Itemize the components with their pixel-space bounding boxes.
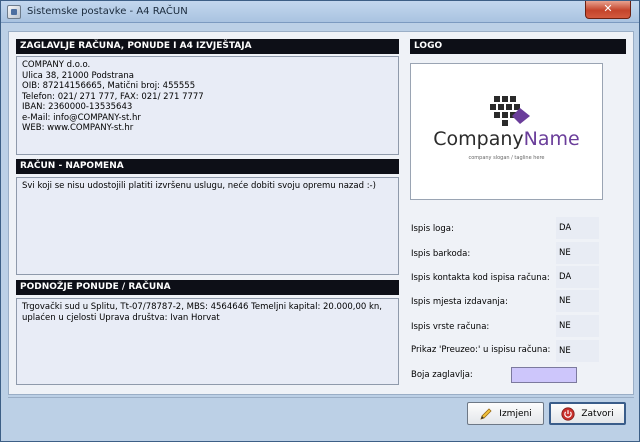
pencil-icon	[480, 407, 492, 420]
setting-value-type[interactable]: NE	[556, 315, 599, 337]
divider	[8, 397, 634, 398]
setting-value-barcode[interactable]: NE	[556, 242, 599, 264]
window-title: Sistemske postavke - A4 RAČUN	[27, 6, 188, 17]
setting-label-type: Ispis vrste računa:	[411, 322, 490, 332]
setting-label-logo: Ispis loga:	[411, 224, 454, 234]
note-text-area[interactable]: Svi koji se nisu udostojili platiti izvr…	[16, 177, 399, 275]
logo-image[interactable]: CompanyName company slogan / tagline her…	[410, 63, 603, 200]
window-close-button[interactable]: ✕	[585, 1, 631, 19]
checker-diamond-icon	[490, 96, 530, 126]
logo-name-text: Name	[523, 128, 580, 150]
close-button-label: Zatvori	[581, 408, 614, 419]
setting-label-contact: Ispis kontakta kod ispisa računa:	[411, 273, 550, 283]
setting-value-received-by[interactable]: NE	[556, 340, 599, 362]
logo-section-title: LOGO	[410, 39, 626, 54]
setting-value-contact[interactable]: DA	[556, 266, 599, 288]
setting-label-received-by: Prikaz 'Preuzeo:' u ispisu računa:	[411, 345, 551, 355]
footer-text-area[interactable]: Trgovački sud u Splitu, Tt-07/78787-2, M…	[16, 298, 399, 385]
setting-value-place[interactable]: NE	[556, 290, 599, 312]
title-bar[interactable]: Sistemske postavke - A4 RAČUN ✕	[1, 1, 639, 23]
note-section-title: RAČUN - NAPOMENA	[16, 159, 399, 174]
header-section-title: ZAGLAVLJE RAČUNA, PONUDE I A4 IZVJEŠTAJA	[16, 39, 399, 54]
close-button[interactable]: Zatvori	[549, 402, 626, 425]
setting-value-logo[interactable]: DA	[556, 217, 599, 239]
setting-label-place: Ispis mjesta izdavanja:	[411, 297, 508, 307]
header-color-swatch[interactable]	[511, 367, 577, 383]
app-icon	[7, 5, 21, 19]
edit-button-label: Izmjeni	[499, 408, 532, 419]
logo-slogan: company slogan / tagline here	[468, 155, 545, 161]
header-text-area[interactable]: COMPANY d.o.o. Ulica 38, 21000 Podstrana…	[16, 56, 399, 155]
logo-wordmark: CompanyName	[411, 128, 602, 150]
footer-section-title: PODNOŽJE PONUDE / RAČUNA	[16, 280, 399, 295]
edit-button[interactable]: Izmjeni	[467, 402, 544, 425]
settings-window: Sistemske postavke - A4 RAČUN ✕ ZAGLAVLJ…	[0, 0, 640, 442]
setting-label-barcode: Ispis barkoda:	[411, 249, 471, 259]
logo-company-text: Company	[433, 128, 524, 150]
header-color-label: Boja zaglavlja:	[411, 370, 473, 380]
power-icon	[561, 406, 575, 421]
